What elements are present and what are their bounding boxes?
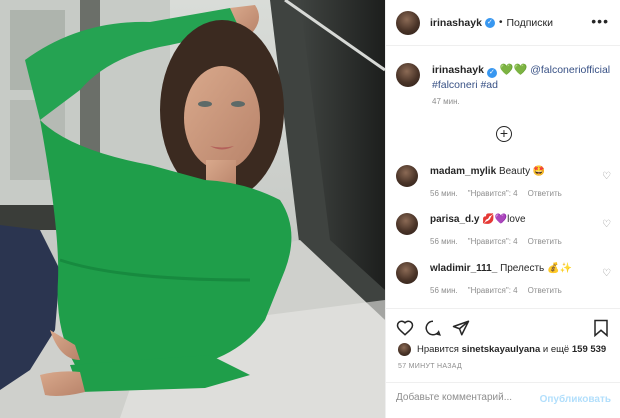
green-hearts: 💚💚 [499,64,528,76]
heart-icon[interactable] [396,319,414,337]
bookmark-icon[interactable] [593,319,609,337]
heart-icon[interactable]: ♡ [602,219,611,230]
comment-body: madam_mylik Beauty 🤩 56 мин. "Нравится": … [430,165,572,201]
caption-username[interactable]: irinashayk [432,64,484,76]
post-header: irinashayk ✓ • Подписки ••• [386,0,620,46]
add-comment-bar: Опубликовать [386,382,620,418]
author-avatar[interactable] [396,10,420,35]
comment-meta: 56 мин. "Нравится": 4 Ответить [430,187,572,201]
comment-item: wladimir_111_ Прелесть 💰✨ 56 мин. "Нравит… [396,262,611,298]
mention-link[interactable]: @falconeriofficial [530,64,610,76]
heart-icon[interactable]: ♡ [602,268,611,279]
comment-likes[interactable]: "Нравится": 4 [468,189,518,198]
verified-badge-icon: ✓ [484,17,495,28]
comment-likes[interactable]: "Нравится": 4 [468,237,518,246]
comment-icon[interactable] [424,319,442,337]
comment-likes[interactable]: "Нравится": 4 [468,286,518,295]
comment-item: madam_mylik Beauty 🤩 56 мин. "Нравится": … [396,165,611,201]
likes-summary: Нравится sinetskayaulyana и ещё 159 539 [398,343,606,356]
comment-text: Прелесть 💰✨ [500,263,572,274]
post-photo-image [0,0,385,418]
header-separator: • [498,17,503,28]
likes-middle: и ещё [542,344,570,355]
post-timestamp[interactable]: 57 МИНУТ НАЗАД [398,363,462,370]
comment-username[interactable]: wladimir_111_ [430,263,497,274]
post-panel: irinashayk ✓ • Подписки ••• irinashayk ✓ … [385,0,620,418]
reply-button[interactable]: Ответить [528,237,562,246]
comment-text: 💋💜love [482,214,526,225]
caption-time[interactable]: 47 мин. [432,95,610,109]
hashtag-links[interactable]: #falconeri #ad [432,79,498,91]
heart-icon[interactable]: ♡ [602,171,611,182]
author-username[interactable]: irinashayk [430,17,482,29]
comment-avatar[interactable] [396,213,418,235]
reply-button[interactable]: Ответить [528,286,562,295]
comment-item: parisa_d.y 💋💜love 56 мин. "Нравится": 4 От… [396,213,611,249]
liker-username[interactable]: sinetskayaulyana [462,344,541,355]
follow-button[interactable]: Подписки [506,17,553,29]
caption-body: irinashayk ✓ 💚💚 @falconeriofficial #falco… [432,63,610,109]
post-caption: irinashayk ✓ 💚💚 @falconeriofficial #falco… [396,63,611,109]
comment-meta: 56 мин. "Нравится": 4 Ответить [430,235,572,249]
comment-avatar[interactable] [396,165,418,187]
comment-meta: 56 мин. "Нравится": 4 Ответить [430,284,572,298]
action-bar [386,308,620,348]
comment-username[interactable]: parisa_d.y [430,214,479,225]
caption-avatar[interactable] [396,63,420,87]
comment-time[interactable]: 56 мин. [430,286,458,295]
ellipsis-icon[interactable]: ••• [591,13,609,29]
likes-count[interactable]: 159 539 [572,344,606,355]
comment-username[interactable]: madam_mylik [430,166,496,177]
comment-input[interactable] [396,392,536,403]
comment-body: wladimir_111_ Прелесть 💰✨ 56 мин. "Нравит… [430,262,572,298]
liker-avatar[interactable] [398,343,411,356]
comment-avatar[interactable] [396,262,418,284]
likes-prefix: Нравится [417,344,459,355]
verified-badge-icon: ✓ [486,68,497,78]
share-icon[interactable] [452,319,470,337]
comment-text: Beauty 🤩 [498,166,546,177]
comment-time[interactable]: 56 мин. [430,237,458,246]
reply-button[interactable]: Ответить [528,189,562,198]
publish-button[interactable]: Опубликовать [540,394,611,405]
comment-time[interactable]: 56 мин. [430,189,458,198]
plus-circle-icon[interactable]: + [496,126,512,142]
comment-body: parisa_d.y 💋💜love 56 мин. "Нравится": 4 От… [430,213,572,249]
post-photo[interactable] [0,0,385,418]
